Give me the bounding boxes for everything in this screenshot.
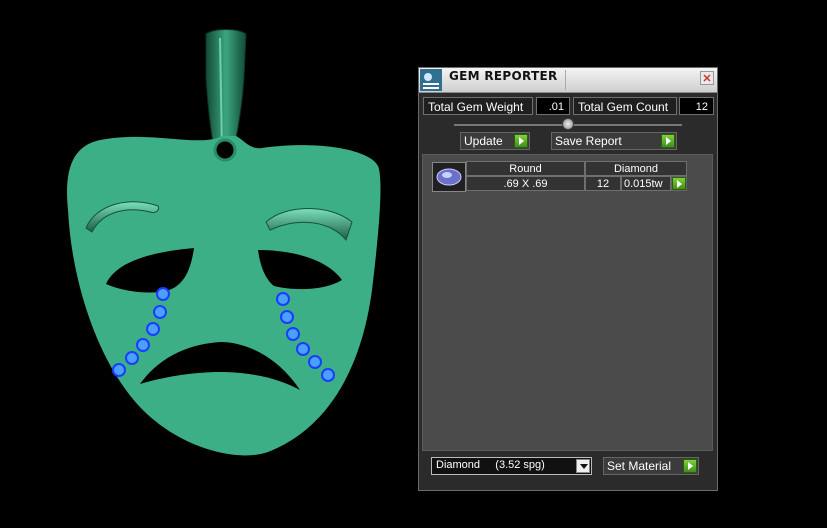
splitter-handle[interactable] <box>562 118 574 130</box>
round-gem-thumbnail <box>432 162 466 192</box>
gem <box>308 355 322 369</box>
gem <box>125 351 139 365</box>
material-select-value: Diamond (3.52 spg) <box>436 459 545 471</box>
gem-weight-cell: 0.015tw <box>621 176 671 191</box>
gem <box>276 292 290 306</box>
total-gem-weight-value: .01 <box>536 97 570 115</box>
panel-title: GEM REPORTER <box>449 69 558 83</box>
mask-eyelet <box>213 138 237 162</box>
mask-body <box>67 136 381 456</box>
gem <box>136 338 150 352</box>
gem <box>153 305 167 319</box>
gem-shape-cell: Round <box>466 161 585 176</box>
play-icon <box>514 134 528 148</box>
gem <box>146 322 160 336</box>
play-icon <box>672 177 686 190</box>
round-diamond-icon <box>436 168 462 186</box>
tragedy-mask-pendant[interactable] <box>67 29 381 456</box>
gem-material-cell: Diamond <box>585 161 687 176</box>
gem <box>286 327 300 341</box>
gem-reporter-icon <box>420 69 442 91</box>
gem-size-cell: .69 X .69 <box>466 176 585 191</box>
save-report-button[interactable]: Save Report <box>551 132 677 150</box>
play-icon <box>661 134 675 148</box>
total-gem-weight-label: Total Gem Weight <box>423 97 533 115</box>
gem-list[interactable]: Round Diamond .69 X .69 12 0.015tw <box>422 154 713 451</box>
total-gem-count-value: 12 <box>679 97 714 115</box>
gem <box>280 310 294 324</box>
panel-titlebar[interactable]: GEM REPORTER <box>419 68 717 93</box>
gem-row-expand-button[interactable] <box>671 176 687 191</box>
close-icon <box>703 74 711 82</box>
set-material-label: Set Material <box>607 459 672 473</box>
gem <box>321 368 335 382</box>
gem <box>156 287 170 301</box>
gem-reporter-panel: GEM REPORTER Total Gem Weight .01 Total … <box>418 67 718 491</box>
save-report-label: Save Report <box>555 134 622 148</box>
update-label: Update <box>464 134 503 148</box>
play-icon <box>683 459 697 473</box>
gem <box>296 342 310 356</box>
gem <box>112 363 126 377</box>
close-button[interactable] <box>700 71 714 85</box>
set-material-button[interactable]: Set Material <box>603 457 699 475</box>
gem-count-cell: 12 <box>585 176 621 191</box>
chevron-down-icon[interactable] <box>576 459 590 473</box>
update-button[interactable]: Update <box>460 132 530 150</box>
total-gem-count-label: Total Gem Count <box>573 97 677 115</box>
material-select[interactable]: Diamond (3.52 spg) <box>431 457 592 475</box>
title-separator <box>565 70 566 90</box>
